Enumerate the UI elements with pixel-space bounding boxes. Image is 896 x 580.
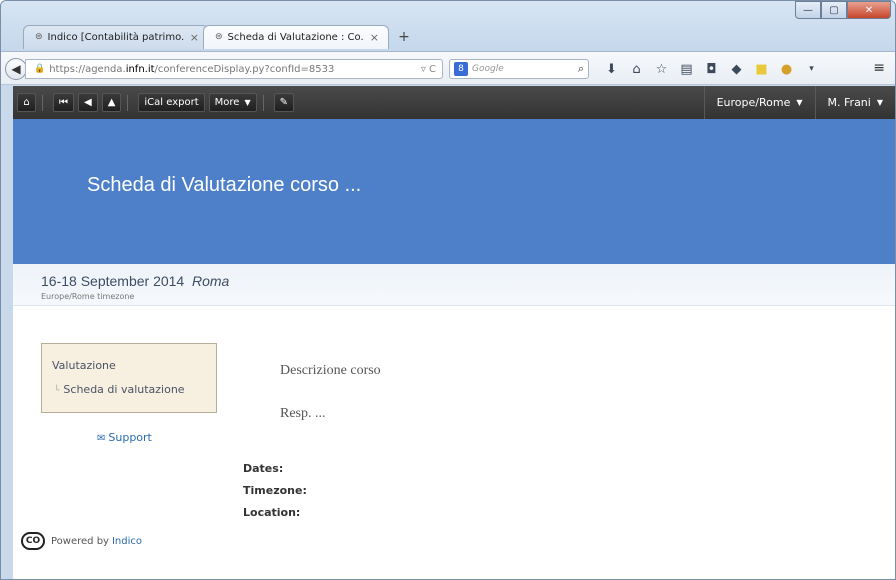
menu-icon[interactable]: ≡ <box>873 60 885 76</box>
search-icon[interactable]: ⌕ <box>578 62 584 76</box>
date-band: 16-18 September 2014 Roma Europe/Rome ti… <box>13 264 895 306</box>
separator <box>127 94 129 111</box>
event-title: Scheda di Valutazione corso ... <box>87 174 362 196</box>
timezone-dropdown[interactable]: Europe/Rome ▼ <box>703 86 815 119</box>
close-window-button[interactable]: ✕ <box>847 1 891 19</box>
navigation-bar: ◀ 🔒 https://agenda. infn.it/conferenceDis… <box>1 51 895 85</box>
side-menu: Valutazione └ Scheda di valutazione <box>41 343 217 413</box>
user-label: M. Frani <box>827 96 871 109</box>
up-category-button[interactable]: ▲ <box>101 93 122 112</box>
separator <box>262 94 264 111</box>
event-location: Roma <box>192 273 230 289</box>
timezone-note: Europe/Rome timezone <box>41 292 135 301</box>
tab-indico-contabilita[interactable]: ⊜ Indico [Contabilità patrimo... × <box>23 25 209 49</box>
url-host: infn.it <box>125 63 155 75</box>
more-button[interactable]: More ▼ <box>208 93 257 112</box>
indico-favicon-icon: ⊜ <box>215 32 223 42</box>
bookmark-star-icon[interactable]: ☆ <box>649 60 674 78</box>
minimize-button[interactable]: — <box>795 1 821 19</box>
tab-scheda-valutazione[interactable]: ⊜ Scheda di Valutazione : Co... × <box>203 25 389 49</box>
indico-link[interactable]: Indico <box>112 536 142 547</box>
tab-strip: ⊜ Indico [Contabilità patrimo... × ⊜ Sch… <box>23 23 417 49</box>
reading-list-icon[interactable]: ▤ <box>674 60 699 78</box>
location-label: Location: <box>243 506 301 519</box>
event-dates: 16-18 September 2014 Roma <box>41 273 229 289</box>
title-bar: ⊜ Indico [Contabilità patrimo... × ⊜ Sch… <box>1 1 895 51</box>
tab-close-icon[interactable]: × <box>370 31 379 44</box>
side-menu-item-scheda[interactable]: └ Scheda di valutazione <box>54 383 185 396</box>
url-bar[interactable]: 🔒 https://agenda. infn.it/conferenceDispl… <box>25 59 443 79</box>
event-resp: Resp. ... <box>280 406 326 421</box>
addon-icon[interactable]: ● <box>774 60 799 78</box>
separator <box>42 94 43 111</box>
more-label: More <box>214 97 240 108</box>
sync-icon[interactable]: ◆ <box>724 60 749 78</box>
lock-icon: 🔒 <box>34 64 46 74</box>
new-tab-button[interactable]: + <box>391 25 417 49</box>
toolbar-icons: ⬇ ⌂ ☆ ▤ ◘ ◆ ■ ● ▾ <box>599 60 824 78</box>
tab-label: Indico [Contabilità patrimo... <box>47 31 184 43</box>
pocket-icon[interactable]: ◘ <box>699 60 724 78</box>
url-prefix: https://agenda. <box>49 63 126 75</box>
user-dropdown[interactable]: M. Frani ▼ <box>814 86 895 119</box>
tab-label: Scheda di Valutazione : Co... <box>227 31 364 43</box>
chevron-down-icon: ▼ <box>796 98 803 107</box>
google-engine-icon[interactable]: 8 <box>454 62 468 76</box>
page-content: ⌂ ⏮ ◀ ▲ iCal export More ▼ ✎ Europe/Rome ▼… <box>13 86 895 579</box>
edit-button[interactable]: ✎ <box>273 93 294 112</box>
extension-icon[interactable]: ■ <box>749 60 774 78</box>
back-arrow-icon: ◀ <box>11 62 21 76</box>
maximize-button[interactable]: ▢ <box>821 1 847 19</box>
browser-window: ⊜ Indico [Contabilità patrimo... × ⊜ Sch… <box>0 0 896 580</box>
powered-by-text: Powered by <box>51 535 109 547</box>
search-bar[interactable]: 8 Google ⌕ <box>449 59 589 79</box>
previous-event-button[interactable]: ◀ <box>78 93 98 112</box>
timezone-label: Timezone: <box>243 484 307 497</box>
search-placeholder: Google <box>472 64 504 74</box>
tree-branch-icon: └ <box>54 386 60 396</box>
side-menu-item-label: Scheda di valutazione <box>63 383 185 396</box>
ical-export-button[interactable]: iCal export <box>138 93 205 112</box>
event-date-range: 16-18 September 2014 <box>41 273 185 289</box>
toolbar-right: Europe/Rome ▼ M. Frani ▼ <box>703 86 895 119</box>
window-controls: — ▢ ✕ <box>795 1 891 19</box>
indico-favicon-icon: ⊜ <box>35 32 43 42</box>
support-label: Support <box>108 431 152 444</box>
support-link[interactable]: ✉ Support <box>97 431 152 444</box>
first-event-button[interactable]: ⏮ <box>53 93 74 112</box>
indico-toolbar: ⌂ ⏮ ◀ ▲ iCal export More ▼ ✎ Europe/Rome ▼… <box>13 86 895 119</box>
tab-close-icon[interactable]: × <box>190 31 199 44</box>
timezone-label: Europe/Rome <box>716 96 791 109</box>
chevron-down-icon: ▼ <box>244 98 251 107</box>
download-icon[interactable]: ⬇ <box>599 60 624 78</box>
event-banner: Scheda di Valutazione corso ... <box>13 119 895 264</box>
powered-by-footer: CO Powered by Indico <box>21 532 142 550</box>
reload-icon[interactable]: ▿ C <box>421 64 436 75</box>
indico-logo-icon: CO <box>21 532 45 550</box>
chevron-down-icon: ▼ <box>876 98 883 107</box>
side-menu-heading[interactable]: Valutazione <box>52 359 116 372</box>
event-description: Descrizione corso <box>280 363 381 378</box>
mail-icon: ✉ <box>97 433 106 444</box>
back-button[interactable]: ◀ <box>5 58 27 80</box>
home-button[interactable]: ⌂ <box>17 93 36 112</box>
dropdown-icon[interactable]: ▾ <box>799 60 824 78</box>
home-icon[interactable]: ⌂ <box>624 60 649 78</box>
url-path: /conferenceDisplay.py?confId=8533 <box>154 63 335 75</box>
dates-label: Dates: <box>243 462 284 475</box>
